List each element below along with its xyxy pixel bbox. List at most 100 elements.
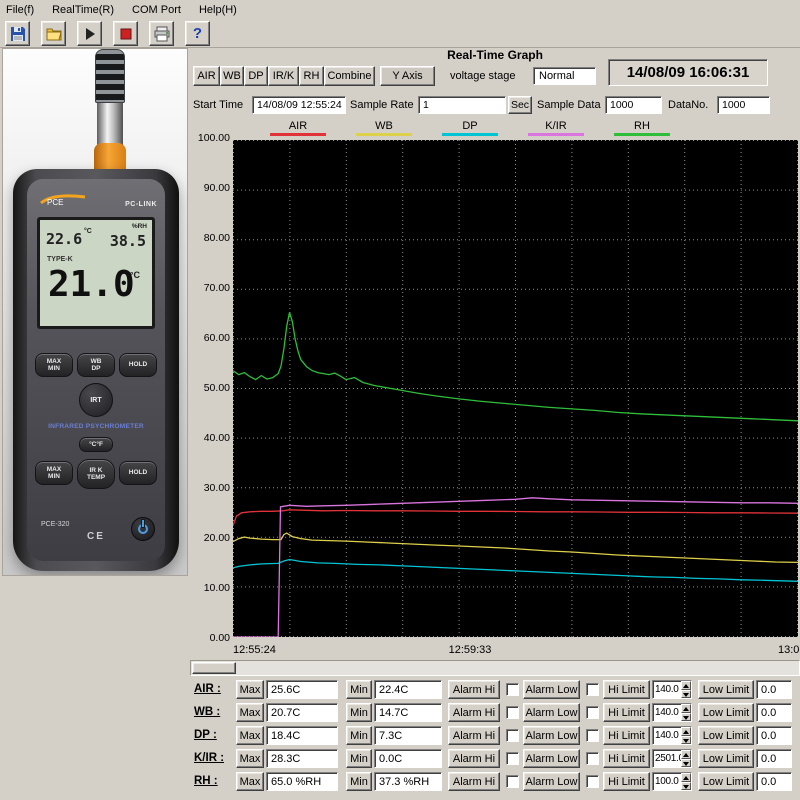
min-value-field[interactable]: 14.7C <box>374 703 442 722</box>
save-button[interactable] <box>5 21 30 46</box>
device-button-row-bottom: MAXMIN IR KTEMP HOLD <box>35 461 157 489</box>
menu-realtime[interactable]: RealTime(R) <box>52 4 114 16</box>
start-time-field[interactable]: 14/08/09 12:55:24 <box>252 96 346 114</box>
hi-limit-spinner[interactable]: 140.0 <box>652 680 692 699</box>
max-value-field[interactable]: 65.0 %RH <box>266 772 338 791</box>
min-value-field[interactable]: 37.3 %RH <box>374 772 442 791</box>
lcd-humidity-unit: %RH <box>132 223 147 230</box>
alarm-low-checkbox[interactable] <box>586 729 599 742</box>
alarm-hi-label: Alarm Hi <box>448 680 500 699</box>
spinner-arrows[interactable] <box>681 704 691 721</box>
spinner-up-icon[interactable] <box>681 727 691 736</box>
y-axis-tick-label: 100.00 <box>198 133 230 144</box>
hi-limit-value: 2501.0 <box>655 753 684 764</box>
channel-button-irk[interactable]: IR/K <box>268 66 299 86</box>
spinner-down-icon[interactable] <box>681 713 691 722</box>
spinner-down-icon[interactable] <box>681 690 691 699</box>
horizontal-scrollbar[interactable] <box>190 660 800 676</box>
voltage-stage-field[interactable]: Normal <box>533 67 596 85</box>
legend-color-bar <box>528 133 584 136</box>
y-axis-tick-label: 0.00 <box>210 633 230 644</box>
alarm-hi-label: Alarm Hi <box>448 726 500 745</box>
alarm-hi-checkbox[interactable] <box>506 683 519 696</box>
lcd-humidity-value: 38.5 <box>110 232 146 250</box>
min-value-field[interactable]: 7.3C <box>374 726 442 745</box>
spinner-up-icon[interactable] <box>681 773 691 782</box>
max-value-field[interactable]: 25.6C <box>266 680 338 699</box>
channel-button-air[interactable]: AIR <box>193 66 220 86</box>
alarm-low-checkbox[interactable] <box>586 752 599 765</box>
menu-com-port[interactable]: COM Port <box>132 4 181 16</box>
alarm-hi-checkbox[interactable] <box>506 752 519 765</box>
max-value-field[interactable]: 28.3C <box>266 749 338 768</box>
realtime-chart <box>233 140 798 637</box>
menu-file[interactable]: File(f) <box>6 4 34 16</box>
device-button-row-top: MAXMIN WBDP HOLD <box>35 353 157 377</box>
alarm-hi-label: Alarm Hi <box>448 749 500 768</box>
low-limit-field[interactable]: 0.0 <box>756 726 792 745</box>
low-limit-field[interactable]: 0.0 <box>756 703 792 722</box>
spinner-arrows[interactable] <box>681 727 691 744</box>
spinner-arrows[interactable] <box>681 773 691 790</box>
hi-limit-spinner[interactable]: 2501.0 <box>652 749 692 768</box>
channel-button-rh[interactable]: RH <box>299 66 324 86</box>
alarm-low-checkbox[interactable] <box>586 775 599 788</box>
low-limit-field[interactable]: 0.0 <box>756 749 792 768</box>
low-limit-field[interactable]: 0.0 <box>756 772 792 791</box>
y-axis-tick-label: 70.00 <box>204 283 230 294</box>
max-value-field[interactable]: 18.4C <box>266 726 338 745</box>
channel-button-wb[interactable]: WB <box>220 66 244 86</box>
max-value-field[interactable]: 20.7C <box>266 703 338 722</box>
hi-limit-spinner[interactable]: 100.0 <box>652 772 692 791</box>
spinner-down-icon[interactable] <box>681 782 691 791</box>
sample-rate-unit-button[interactable]: Sec <box>508 96 532 114</box>
table-row-kir: K/IR : Max 28.3C Min 0.0C Alarm Hi Alarm… <box>190 749 800 770</box>
min-value-field[interactable]: 22.4C <box>374 680 442 699</box>
alarm-hi-checkbox[interactable] <box>506 729 519 742</box>
device-hold2-button: HOLD <box>119 461 157 485</box>
y-axis-button[interactable]: Y Axis <box>380 66 435 86</box>
y-axis-tick-label: 50.00 <box>204 383 230 394</box>
low-limit-label: Low Limit <box>698 726 754 745</box>
spinner-arrows[interactable] <box>681 750 691 767</box>
alarm-hi-label: Alarm Hi <box>448 703 500 722</box>
spinner-up-icon[interactable] <box>681 750 691 759</box>
scrollbar-thumb[interactable] <box>192 662 236 674</box>
legend-color-bar <box>270 133 326 136</box>
spinner-arrows[interactable] <box>681 681 691 698</box>
open-button[interactable] <box>41 21 66 46</box>
data-no-field[interactable]: 1000 <box>717 96 770 114</box>
alarm-hi-checkbox[interactable] <box>506 706 519 719</box>
device-button-label: MIN <box>48 473 60 480</box>
device-button-label: IRT <box>90 397 101 404</box>
low-limit-field[interactable]: 0.0 <box>756 680 792 699</box>
channel-label: RH : <box>194 775 218 787</box>
min-value-field[interactable]: 0.0C <box>374 749 442 768</box>
spinner-down-icon[interactable] <box>681 736 691 745</box>
x-axis-tick-start: 12:55:24 <box>233 644 276 656</box>
start-button[interactable] <box>77 21 102 46</box>
sample-data-field[interactable]: 1000 <box>605 96 662 114</box>
hi-limit-spinner[interactable]: 140.0 <box>652 703 692 722</box>
alarm-low-checkbox[interactable] <box>586 683 599 696</box>
toolbar: ? <box>0 20 800 48</box>
legend-item-wb: WB <box>356 120 412 136</box>
alarm-low-checkbox[interactable] <box>586 706 599 719</box>
alarm-hi-checkbox[interactable] <box>506 775 519 788</box>
spinner-down-icon[interactable] <box>681 759 691 768</box>
channel-button-combine[interactable]: Combine <box>324 66 375 86</box>
device-front-panel: PCE PC-LINK 22.6 °C %RH 38.5 TYPE-K 21.0… <box>27 179 165 561</box>
channel-button-dp[interactable]: DP <box>244 66 268 86</box>
help-button[interactable]: ? <box>185 21 210 46</box>
x-axis-tick-mid: 12:59:33 <box>449 644 492 656</box>
hi-limit-spinner[interactable]: 140.0 <box>652 726 692 745</box>
alarm-low-label: Alarm Low <box>523 680 580 699</box>
spinner-up-icon[interactable] <box>681 704 691 713</box>
stop-button[interactable] <box>113 21 138 46</box>
sample-rate-field[interactable]: 1 <box>418 96 506 114</box>
print-button[interactable] <box>149 21 174 46</box>
menu-help[interactable]: Help(H) <box>199 4 237 16</box>
legend-color-bar <box>356 133 412 136</box>
low-limit-label: Low Limit <box>698 703 754 722</box>
spinner-up-icon[interactable] <box>681 681 691 690</box>
